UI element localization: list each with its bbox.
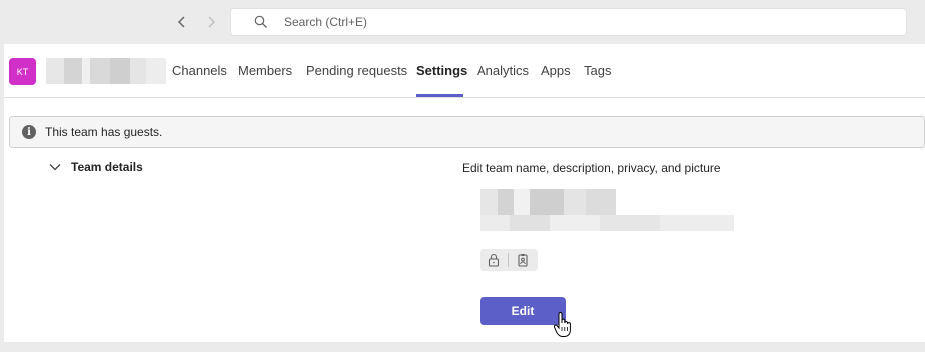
tab-analytics[interactable]: Analytics [477, 63, 529, 97]
tab-members[interactable]: Members [238, 63, 292, 97]
tab-channels[interactable]: Channels [172, 63, 227, 97]
search-input[interactable]: Search (Ctrl+E) [230, 8, 907, 36]
team-name-redacted-preview [480, 189, 616, 215]
chevron-left-icon[interactable] [172, 12, 192, 32]
team-description-redacted [480, 215, 734, 231]
info-icon: i [22, 125, 36, 139]
section-title: Team details [71, 160, 143, 174]
team-details-toggle[interactable]: Team details [48, 160, 143, 174]
search-icon [253, 14, 269, 30]
search-placeholder: Search (Ctrl+E) [284, 15, 368, 29]
team-header: KT Channels Members Pending requests Set… [4, 44, 925, 98]
avatar[interactable]: KT [9, 58, 36, 85]
tab-pending-requests[interactable]: Pending requests [306, 63, 407, 97]
id-badge-icon [509, 249, 537, 271]
banner-text: This team has guests. [45, 125, 163, 139]
main-panel: KT Channels Members Pending requests Set… [4, 44, 925, 342]
tab-tags[interactable]: Tags [584, 63, 611, 97]
guests-banner: i This team has guests. [9, 116, 925, 148]
tab-apps[interactable]: Apps [541, 63, 571, 97]
lock-icon [480, 249, 508, 271]
chevron-down-icon [48, 160, 62, 174]
hand-cursor-icon [553, 312, 571, 337]
edit-description: Edit team name, description, privacy, an… [462, 161, 721, 175]
tab-settings[interactable]: Settings [416, 63, 467, 97]
top-bar: Search (Ctrl+E) [0, 0, 925, 44]
chevron-right-icon[interactable] [201, 12, 221, 32]
team-name-redacted [46, 58, 166, 84]
privacy-icon-group [480, 249, 538, 271]
